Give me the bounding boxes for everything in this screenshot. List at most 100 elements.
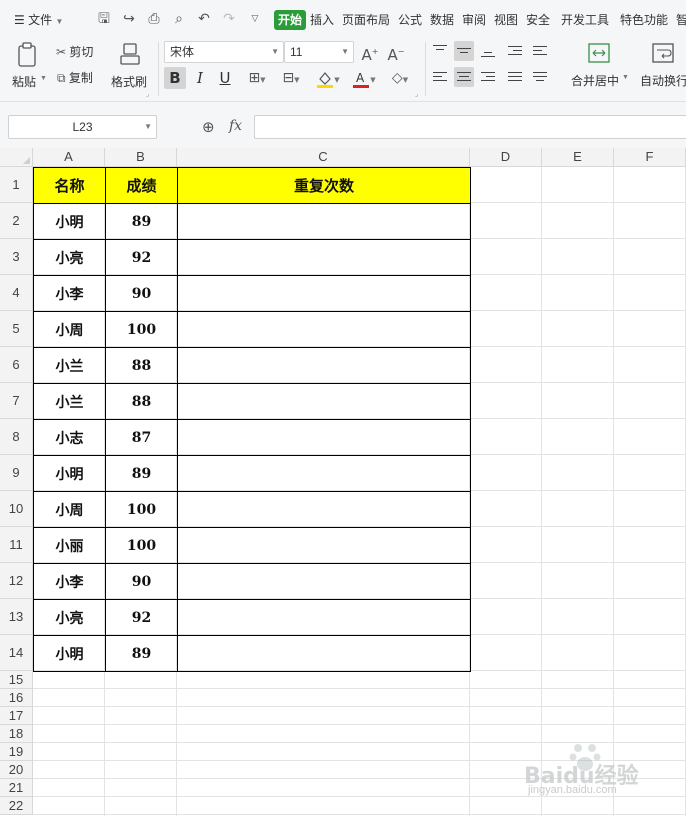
header-cell[interactable]: 重复次数 <box>177 167 471 204</box>
row-header-16[interactable]: 16 <box>0 689 33 707</box>
merge-center-button[interactable]: 合并居中 ▼ <box>568 42 630 92</box>
row-header-20[interactable]: 20 <box>0 761 33 779</box>
file-menu-button[interactable]: ☰ 文件 ▼ <box>14 11 63 29</box>
quick-access-dropdown-icon[interactable]: ▽ <box>246 10 264 28</box>
auto-wrap-button[interactable]: 自动换行 <box>640 42 686 92</box>
font-name-select[interactable]: 宋体 ▼ <box>164 41 284 63</box>
row-header-9[interactable]: 9 <box>0 455 33 491</box>
repeat-count-cell[interactable] <box>177 455 471 492</box>
tab-developer[interactable]: 开发工具 <box>561 11 609 29</box>
name-cell[interactable]: 小亮 <box>33 239 106 276</box>
score-cell[interactable]: 88 <box>105 383 178 420</box>
column-header-b[interactable]: B <box>105 148 177 167</box>
cut-button[interactable]: ✂ 剪切 <box>56 43 93 61</box>
increase-indent-icon[interactable] <box>530 41 550 61</box>
fx-icon[interactable]: fx <box>229 117 249 135</box>
align-left-icon[interactable] <box>430 67 450 87</box>
row-header-1[interactable]: 1 <box>0 167 33 203</box>
header-cell[interactable]: 名称 <box>33 167 106 204</box>
score-cell[interactable]: 90 <box>105 563 178 600</box>
repeat-count-cell[interactable] <box>177 419 471 456</box>
copy-button[interactable]: ⧉ 复制 <box>57 69 93 87</box>
repeat-count-cell[interactable] <box>177 491 471 528</box>
tab-formulas[interactable]: 公式 <box>398 11 422 29</box>
formula-input[interactable] <box>254 115 686 139</box>
score-cell[interactable]: 100 <box>105 311 178 348</box>
borders-icon[interactable]: ⊞▼ <box>242 68 272 88</box>
justify-icon[interactable] <box>505 67 525 87</box>
redo-icon[interactable]: ↷ <box>220 10 238 28</box>
clipboard-expand-icon[interactable]: ⌟ <box>146 90 149 98</box>
name-cell[interactable]: 小兰 <box>33 347 106 384</box>
repeat-count-cell[interactable] <box>177 203 471 240</box>
print-preview-icon[interactable]: ⌕ <box>170 10 188 28</box>
undo-icon[interactable]: ↶ <box>195 10 213 28</box>
font-expand-icon[interactable]: ⌟ <box>415 90 418 98</box>
name-cell[interactable]: 小丽 <box>33 527 106 564</box>
score-cell[interactable]: 100 <box>105 527 178 564</box>
row-header-12[interactable]: 12 <box>0 563 33 599</box>
tab-review[interactable]: 审阅 <box>462 11 486 29</box>
repeat-count-cell[interactable] <box>177 599 471 636</box>
row-header-13[interactable]: 13 <box>0 599 33 635</box>
repeat-count-cell[interactable] <box>177 635 471 672</box>
name-cell[interactable]: 小明 <box>33 455 106 492</box>
column-header-d[interactable]: D <box>470 148 542 167</box>
name-cell[interactable]: 小兰 <box>33 383 106 420</box>
decrease-indent-icon[interactable] <box>505 41 525 61</box>
row-header-3[interactable]: 3 <box>0 239 33 275</box>
score-cell[interactable]: 100 <box>105 491 178 528</box>
name-cell[interactable]: 小周 <box>33 491 106 528</box>
print-icon[interactable]: ⎙ <box>145 10 163 28</box>
row-header-18[interactable]: 18 <box>0 725 33 743</box>
repeat-count-cell[interactable] <box>177 563 471 600</box>
name-cell[interactable]: 小明 <box>33 203 106 240</box>
row-header-14[interactable]: 14 <box>0 635 33 671</box>
row-header-22[interactable]: 22 <box>0 797 33 815</box>
cell-style-icon[interactable]: ⊟▼ <box>276 68 306 88</box>
score-cell[interactable]: 89 <box>105 455 178 492</box>
italic-button[interactable]: I <box>189 67 211 89</box>
bold-button[interactable]: B <box>164 67 186 89</box>
distributed-align-icon[interactable] <box>530 67 550 87</box>
decrease-font-size-icon[interactable]: A− <box>386 42 406 64</box>
repeat-count-cell[interactable] <box>177 527 471 564</box>
fill-color-icon[interactable]: ▼ <box>313 68 343 88</box>
increase-font-size-icon[interactable]: A+ <box>360 42 380 64</box>
row-header-2[interactable]: 2 <box>0 203 33 239</box>
name-cell[interactable]: 小周 <box>33 311 106 348</box>
score-cell[interactable]: 89 <box>105 203 178 240</box>
repeat-count-cell[interactable] <box>177 239 471 276</box>
score-cell[interactable]: 87 <box>105 419 178 456</box>
tab-insert[interactable]: 插入 <box>310 11 334 29</box>
row-header-19[interactable]: 19 <box>0 743 33 761</box>
row-header-6[interactable]: 6 <box>0 347 33 383</box>
repeat-count-cell[interactable] <box>177 311 471 348</box>
tab-security[interactable]: 安全 <box>526 11 550 29</box>
repeat-count-cell[interactable] <box>177 383 471 420</box>
tab-page-layout[interactable]: 页面布局 <box>342 11 390 29</box>
paste-button[interactable]: 粘贴 ▼ <box>10 40 47 90</box>
row-header-7[interactable]: 7 <box>0 383 33 419</box>
name-cell[interactable]: 小李 <box>33 563 106 600</box>
column-header-c[interactable]: C <box>177 148 470 167</box>
score-cell[interactable]: 88 <box>105 347 178 384</box>
align-right-icon[interactable] <box>478 67 498 87</box>
header-cell[interactable]: 成绩 <box>105 167 178 204</box>
name-cell[interactable]: 小志 <box>33 419 106 456</box>
row-header-4[interactable]: 4 <box>0 275 33 311</box>
font-color-icon[interactable]: A ▼ <box>349 68 379 88</box>
repeat-count-cell[interactable] <box>177 347 471 384</box>
underline-button[interactable]: U <box>214 67 236 89</box>
column-header-e[interactable]: E <box>542 148 614 167</box>
row-header-11[interactable]: 11 <box>0 527 33 563</box>
column-header-f[interactable]: F <box>614 148 686 167</box>
score-cell[interactable]: 89 <box>105 635 178 672</box>
row-header-15[interactable]: 15 <box>0 671 33 689</box>
select-all-corner[interactable] <box>0 148 33 167</box>
name-cell[interactable]: 小亮 <box>33 599 106 636</box>
name-box[interactable]: L23 ▼ <box>8 115 157 139</box>
tab-home[interactable]: 开始 <box>274 10 307 30</box>
tab-data[interactable]: 数据 <box>430 11 454 29</box>
name-cell[interactable]: 小明 <box>33 635 106 672</box>
